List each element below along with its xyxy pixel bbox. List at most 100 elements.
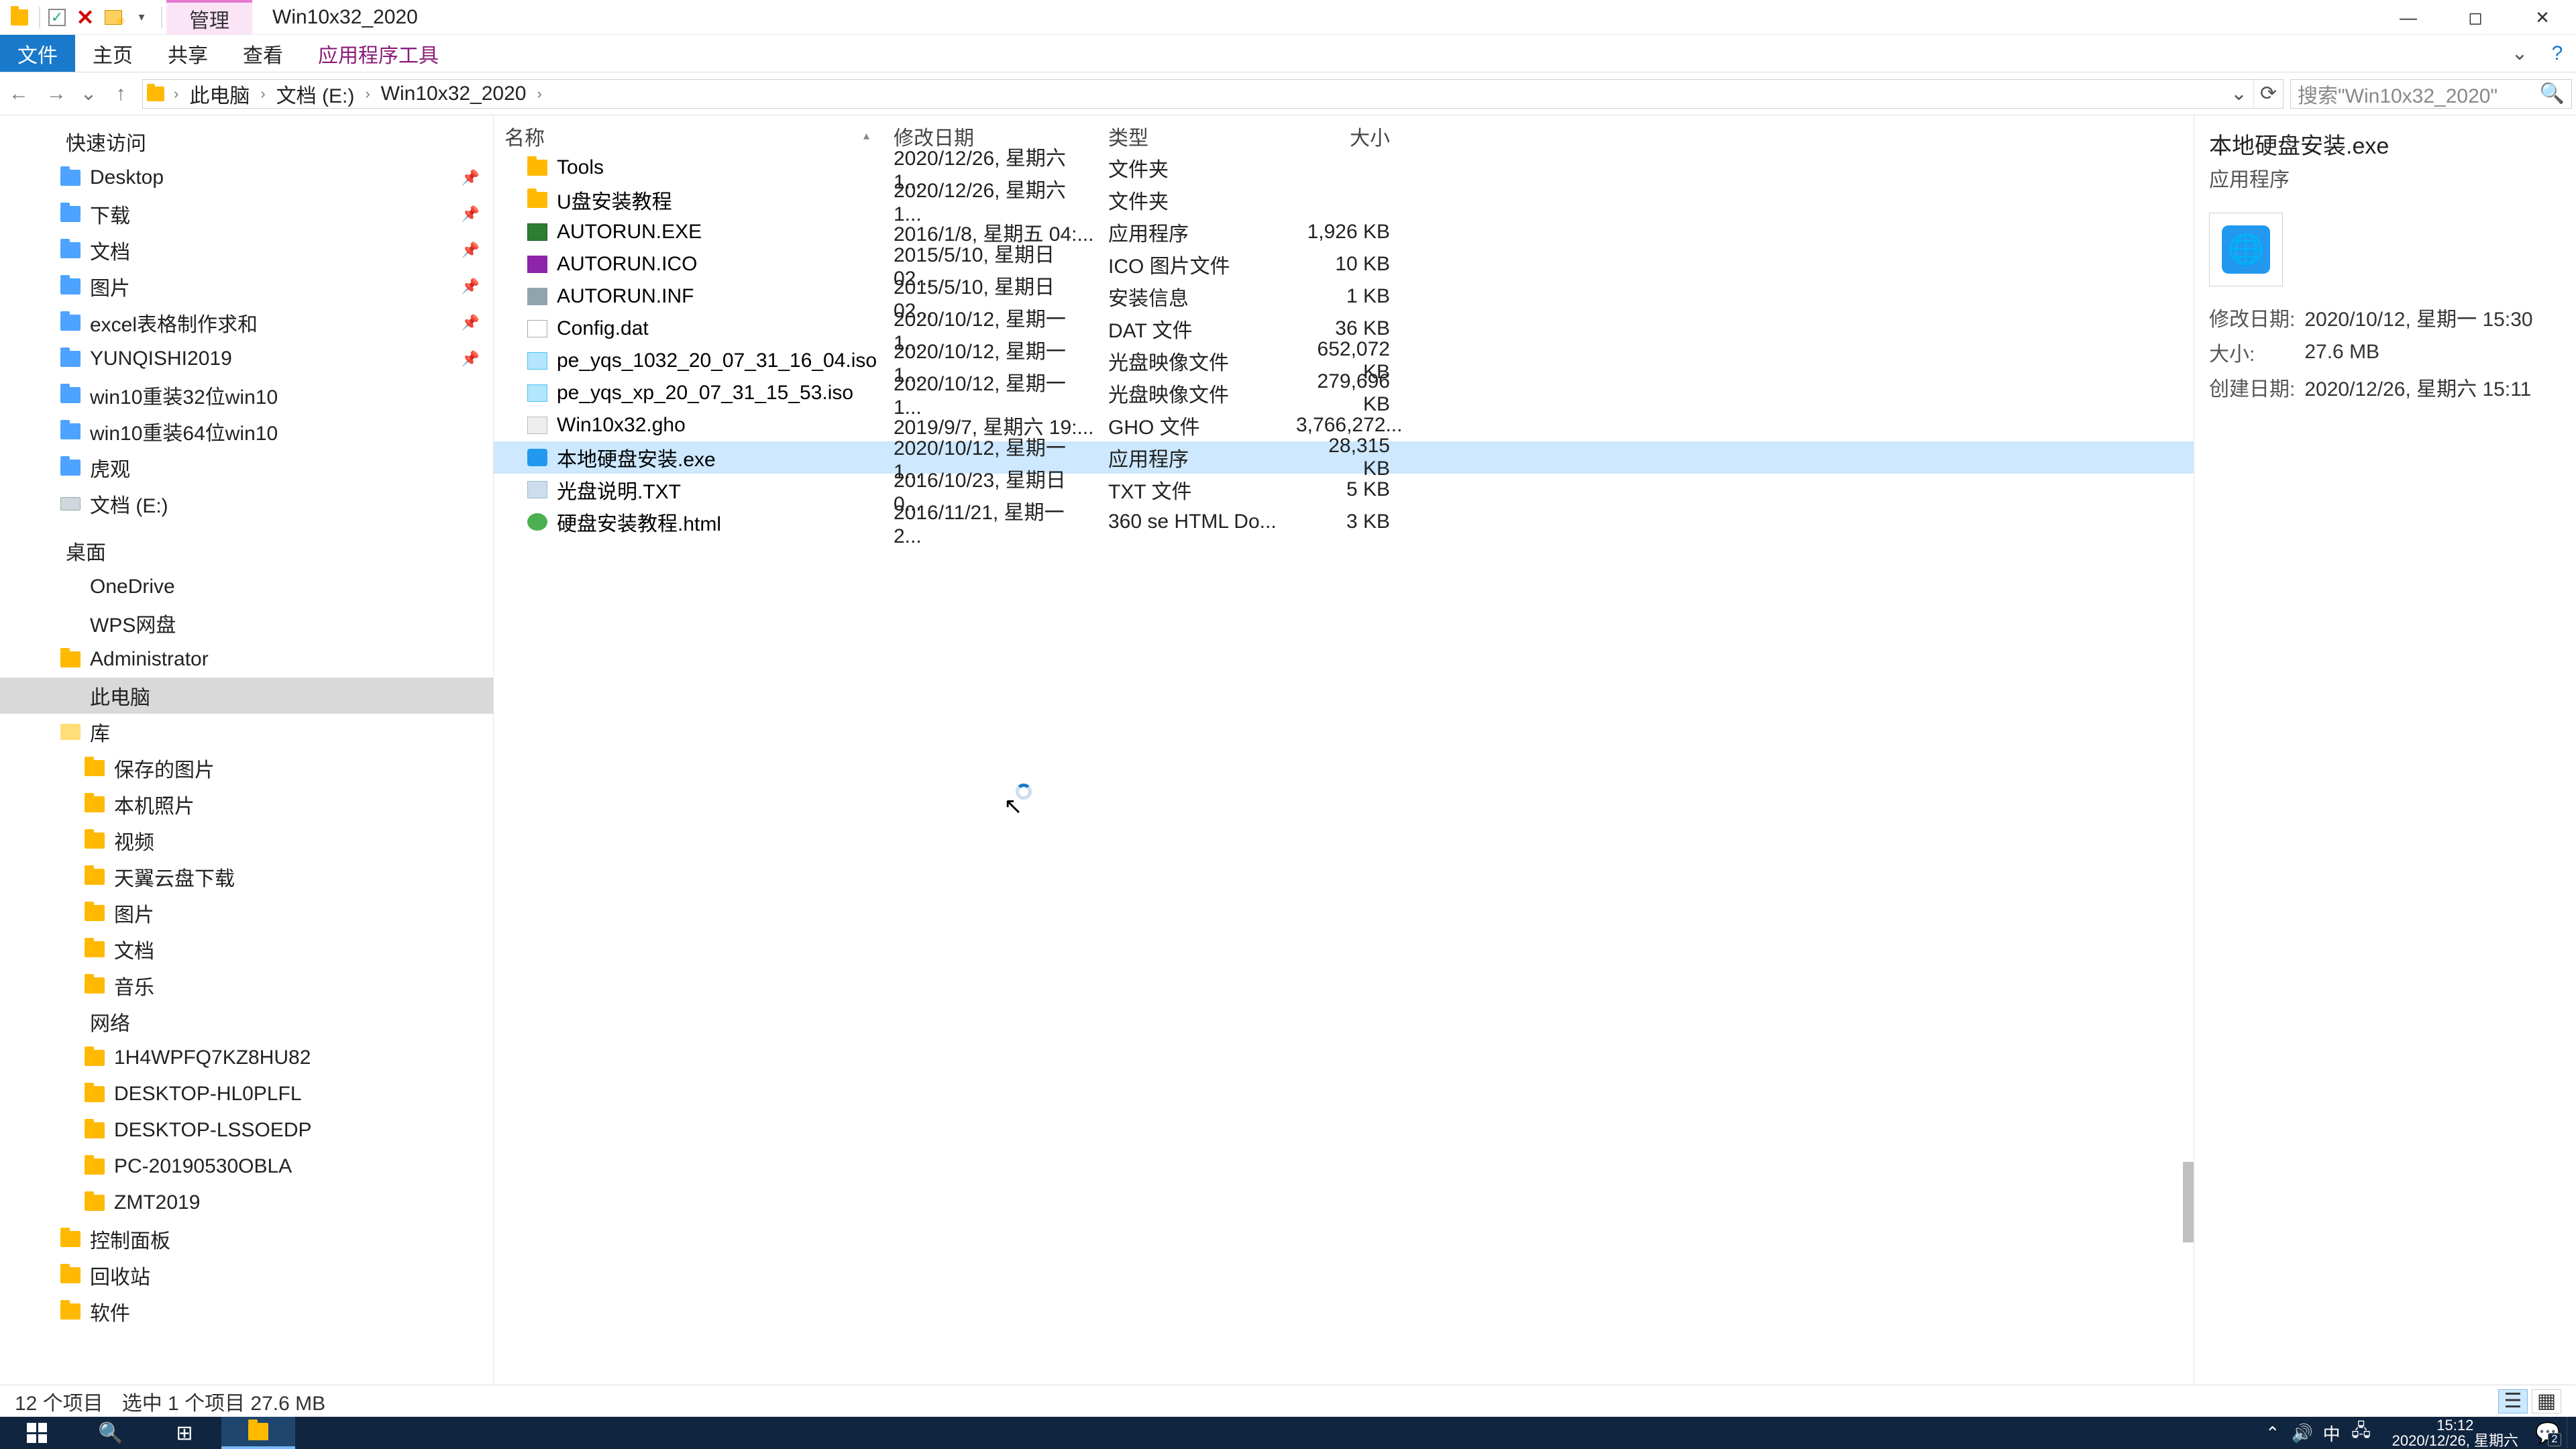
- breadcrumb[interactable]: › 此电脑 › 文档 (E:) › Win10x32_2020 › ⌄ ⟳: [142, 79, 2284, 109]
- qat-delete[interactable]: ✕: [72, 5, 98, 30]
- taskbar-search[interactable]: 🔍: [74, 1417, 148, 1449]
- tree-node[interactable]: win10重装32位win10: [0, 377, 493, 413]
- tree-node[interactable]: 天翼云盘下载: [0, 859, 493, 895]
- tree-node[interactable]: 本机照片: [0, 786, 493, 822]
- tree-node[interactable]: 保存的图片: [0, 750, 493, 786]
- explorer-icon[interactable]: [7, 5, 32, 30]
- breadcrumb-seg-drive[interactable]: 文档 (E:): [270, 79, 362, 109]
- file-row[interactable]: AUTORUN.ICO2015/5/10, 星期日 02...ICO 图片文件1…: [494, 248, 2194, 280]
- help-icon[interactable]: ?: [2538, 35, 2576, 72]
- file-row[interactable]: 光盘说明.TXT2016/10/23, 星期日 0...TXT 文件5 KB: [494, 474, 2194, 506]
- refresh-icon[interactable]: ⟳: [2253, 80, 2283, 108]
- search-input[interactable]: 搜索"Win10x32_2020" 🔍: [2290, 79, 2572, 109]
- tree-node[interactable]: WPS网盘: [0, 605, 493, 641]
- chevron-right-icon[interactable]: ›: [170, 85, 182, 103]
- tree-node[interactable]: 桌面: [0, 533, 493, 569]
- tree-node[interactable]: 文档📌: [0, 232, 493, 268]
- tree-label: YUNQISHI2019: [90, 347, 232, 370]
- col-name[interactable]: 名称▴: [494, 121, 883, 151]
- tree-node[interactable]: 图片: [0, 895, 493, 931]
- chevron-right-icon[interactable]: ›: [533, 85, 545, 103]
- tab-file[interactable]: 文件: [0, 35, 75, 72]
- tree-node[interactable]: win10重装64位win10: [0, 413, 493, 449]
- tree-node[interactable]: 此电脑: [0, 678, 493, 714]
- fold-icon: [85, 833, 105, 849]
- file-row[interactable]: AUTORUN.INF2015/5/10, 星期日 02...安装信息1 KB: [494, 280, 2194, 313]
- tree-node[interactable]: 文档: [0, 931, 493, 967]
- taskbar-explorer[interactable]: [221, 1417, 295, 1449]
- tab-home[interactable]: 主页: [75, 35, 150, 72]
- nav-recent[interactable]: ⌄: [75, 72, 102, 115]
- nav-back[interactable]: ←: [0, 72, 38, 115]
- tree-node[interactable]: 库: [0, 714, 493, 750]
- ribbon-context-tab-manage[interactable]: 管理: [166, 0, 252, 34]
- tree-node[interactable]: 虎观: [0, 449, 493, 486]
- file-list[interactable]: 名称▴ 修改日期 类型 大小 Tools2020/12/26, 星期六 1...…: [494, 115, 2194, 1385]
- tree-node[interactable]: 控制面板: [0, 1221, 493, 1257]
- tray-ime[interactable]: 中: [2317, 1421, 2347, 1446]
- view-large-icons-button[interactable]: ▦: [2532, 1389, 2561, 1413]
- tree-node[interactable]: 网络: [0, 1004, 493, 1040]
- tree-node[interactable]: 图片📌: [0, 268, 493, 305]
- minimize-button[interactable]: —: [2375, 0, 2442, 35]
- maximize-button[interactable]: ◻: [2442, 0, 2509, 35]
- close-button[interactable]: ✕: [2509, 0, 2576, 35]
- taskbar-clock[interactable]: 15:12 2020/12/26, 星期六: [2381, 1417, 2529, 1449]
- tree-label: win10重装32位win10: [90, 380, 278, 410]
- qat-customize[interactable]: ▾: [129, 5, 154, 30]
- qat-new-folder[interactable]: [101, 5, 126, 30]
- file-icon: [527, 513, 547, 531]
- tab-app-tools[interactable]: 应用程序工具: [301, 35, 456, 72]
- preview-val: 2020/12/26, 星期六 15:11: [2304, 370, 2542, 405]
- tree-node[interactable]: 快速访问: [0, 123, 493, 160]
- search-icon[interactable]: 🔍: [2540, 82, 2565, 105]
- file-row[interactable]: U盘安装教程2020/12/26, 星期六 1...文件夹: [494, 184, 2194, 216]
- tray-volume-icon[interactable]: 🔊: [2288, 1423, 2317, 1444]
- tree-node[interactable]: 软件: [0, 1293, 493, 1330]
- tree-node[interactable]: 视频: [0, 822, 493, 859]
- file-row[interactable]: AUTORUN.EXE2016/1/8, 星期五 04:...应用程序1,926…: [494, 216, 2194, 248]
- tree-node[interactable]: 回收站: [0, 1257, 493, 1293]
- tree-node[interactable]: OneDrive: [0, 569, 493, 605]
- chevron-right-icon[interactable]: ›: [361, 85, 374, 103]
- tab-view[interactable]: 查看: [225, 35, 301, 72]
- tree-node[interactable]: YUNQISHI2019📌: [0, 341, 493, 377]
- file-row[interactable]: 本地硬盘安装.exe2020/10/12, 星期一 1...应用程序28,315…: [494, 441, 2194, 474]
- tree-node[interactable]: 下载📌: [0, 196, 493, 232]
- action-center-icon[interactable]: 💬2: [2529, 1417, 2567, 1449]
- nav-tree[interactable]: 快速访问Desktop📌下载📌文档📌图片📌excel表格制作求和📌YUNQISH…: [0, 115, 494, 1385]
- file-row[interactable]: pe_yqs_xp_20_07_31_15_53.iso2020/10/12, …: [494, 377, 2194, 409]
- tree-node[interactable]: 1H4WPFQ7KZ8HU82: [0, 1040, 493, 1076]
- desktop-icon: [36, 542, 56, 559]
- breadcrumb-seg-folder[interactable]: Win10x32_2020: [374, 83, 533, 105]
- tree-node[interactable]: excel表格制作求和📌: [0, 305, 493, 341]
- tray-overflow-icon[interactable]: ⌃: [2258, 1423, 2288, 1444]
- file-row[interactable]: 硬盘安装教程.html2016/11/21, 星期一 2...360 se HT…: [494, 506, 2194, 538]
- col-size[interactable]: 大小: [1285, 121, 1406, 151]
- view-details-button[interactable]: ☰: [2498, 1389, 2528, 1413]
- tree-node[interactable]: 文档 (E:): [0, 486, 493, 522]
- nav-up[interactable]: ↑: [102, 72, 140, 115]
- start-button[interactable]: [0, 1417, 74, 1449]
- breadcrumb-seg-pc[interactable]: 此电脑: [182, 79, 256, 109]
- tree-node[interactable]: 音乐: [0, 967, 493, 1004]
- col-type[interactable]: 类型: [1097, 121, 1285, 151]
- file-row[interactable]: Tools2020/12/26, 星期六 1...文件夹: [494, 152, 2194, 184]
- chevron-right-icon[interactable]: ›: [256, 85, 269, 103]
- tree-node[interactable]: PC-20190530OBLA: [0, 1148, 493, 1185]
- scrollbar-thumb[interactable]: [2183, 1162, 2194, 1242]
- tree-node[interactable]: Desktop📌: [0, 160, 493, 196]
- tree-node[interactable]: ZMT2019: [0, 1185, 493, 1221]
- taskbar-taskview[interactable]: ⊞: [148, 1417, 221, 1449]
- nav-forward[interactable]: →: [38, 72, 75, 115]
- tab-share[interactable]: 共享: [150, 35, 225, 72]
- ribbon-expand-icon[interactable]: ⌄: [2501, 35, 2538, 72]
- show-desktop[interactable]: [2567, 1417, 2576, 1449]
- tree-node[interactable]: Administrator: [0, 641, 493, 678]
- tray-network-icon[interactable]: 🖧: [2347, 1418, 2376, 1448]
- qat-properties[interactable]: ✓: [44, 5, 70, 30]
- tree-node[interactable]: DESKTOP-LSSOEDP: [0, 1112, 493, 1148]
- address-dropdown-icon[interactable]: ⌄: [2224, 80, 2253, 108]
- fold blue-icon: [60, 278, 80, 294]
- tree-node[interactable]: DESKTOP-HL0PLFL: [0, 1076, 493, 1112]
